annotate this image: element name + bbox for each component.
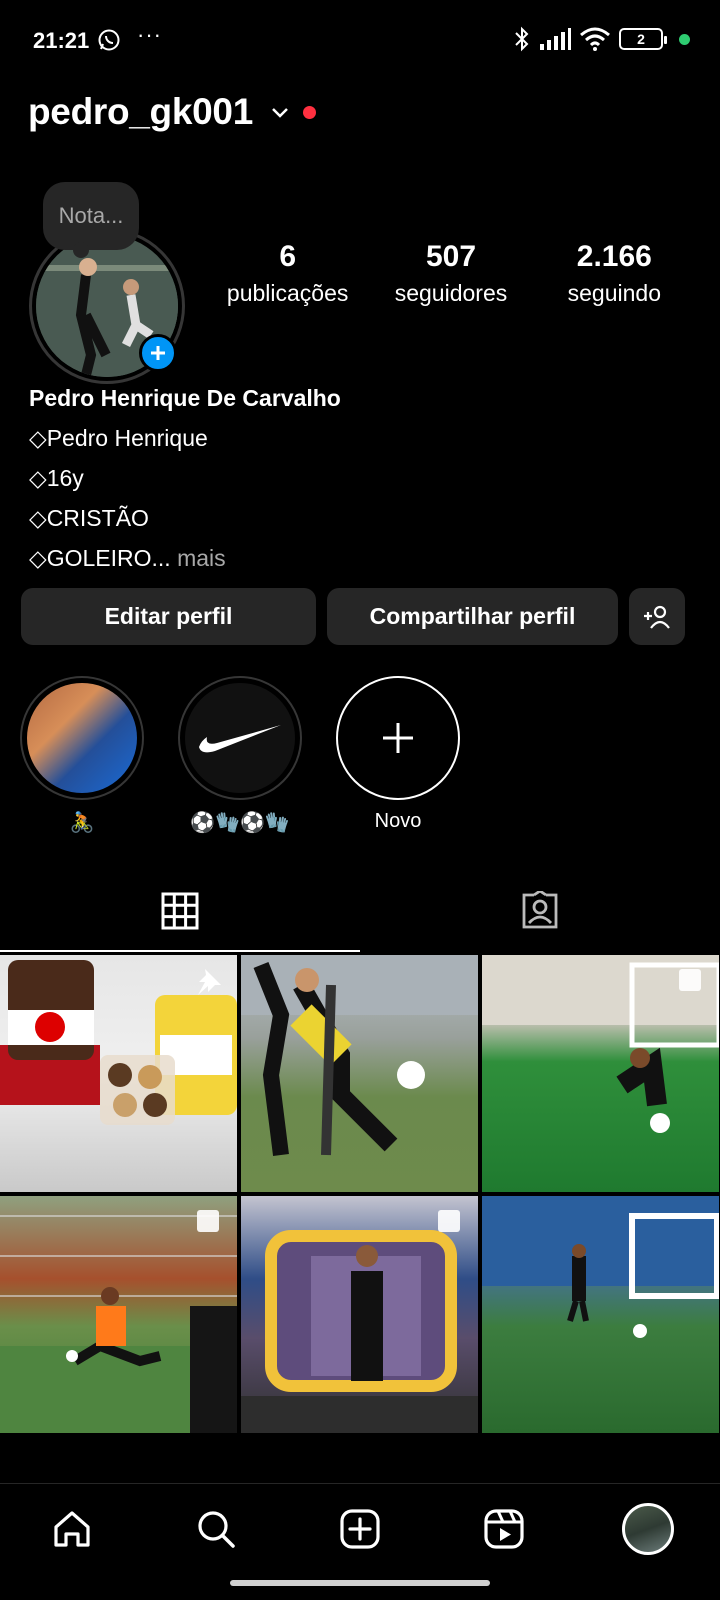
tab-tagged[interactable] <box>360 870 720 952</box>
profile-name: Pedro Henrique De Carvalho <box>29 385 341 411</box>
profile-tabs <box>0 870 720 952</box>
plus-icon <box>383 723 413 753</box>
whatsapp-icon <box>98 29 120 51</box>
note-text: Nota... <box>58 203 124 228</box>
status-icons: 2 <box>513 26 690 52</box>
battery-icon: 2 <box>619 28 667 50</box>
signal-icon <box>540 28 571 50</box>
highlight-label: 🚴 <box>69 812 95 834</box>
bluetooth-icon <box>515 26 529 52</box>
discover-people-button[interactable] <box>628 588 686 645</box>
profile-stats: 6 publicações 507 seguidores 2.166 segui… <box>206 240 696 307</box>
nav-create[interactable] <box>320 1489 400 1569</box>
post-thumbnail[interactable] <box>482 1196 719 1433</box>
post-thumbnail[interactable] <box>0 955 237 1192</box>
highlight-item[interactable]: 🚴 <box>20 676 144 836</box>
tab-grid[interactable] <box>0 870 360 952</box>
carousel-icon <box>438 1210 460 1232</box>
stat-label: seguidores <box>394 280 508 306</box>
nav-home[interactable] <box>32 1489 112 1569</box>
stat-value: 507 <box>425 240 477 273</box>
notification-dot <box>302 105 316 119</box>
note-bubble[interactable]: Nota... <box>43 182 139 258</box>
profile-bio: Pedro Henrique De Carvalho ◇Pedro Henriq… <box>29 378 341 578</box>
stat-label: publicações <box>226 280 349 306</box>
wifi-icon <box>580 27 610 51</box>
highlight-cover <box>185 683 295 793</box>
add-person-icon <box>643 605 670 629</box>
stat-followers[interactable]: 507 seguidores <box>371 240 531 307</box>
bottom-navigation <box>0 1483 720 1573</box>
post-thumbnail[interactable] <box>482 955 719 1192</box>
new-highlight[interactable]: Novo <box>336 676 460 836</box>
post-image <box>241 955 478 1156</box>
bio-line: ◇16y <box>29 465 84 491</box>
search-icon <box>198 1510 235 1548</box>
nav-profile[interactable] <box>608 1489 688 1569</box>
nike-swoosh-icon <box>199 725 281 753</box>
post-thumbnail[interactable] <box>0 1196 237 1433</box>
highlight-label: ⚽🧤⚽🧤 <box>190 812 290 834</box>
stat-value: 2.166 <box>576 240 652 273</box>
story-highlights: 🚴 ⚽🧤⚽🧤 Novo <box>20 676 460 836</box>
status-time: 21:21 <box>33 28 90 53</box>
profile-header[interactable]: pedro_gk001 <box>28 88 316 136</box>
reels-icon <box>484 1508 524 1549</box>
home-icon <box>54 1510 90 1547</box>
bio-line-last: ◇GOLEIRO... mais <box>29 538 341 578</box>
posts-grid <box>0 955 720 1433</box>
plus-icon <box>151 346 165 360</box>
status-more-dots: ··· <box>137 22 162 47</box>
add-story-button[interactable] <box>139 334 177 372</box>
bio-more-link[interactable]: mais <box>177 545 226 571</box>
bio-line: ◇GOLEIRO... <box>29 545 171 571</box>
carousel-icon <box>197 1210 219 1232</box>
stat-value: 6 <box>279 240 296 273</box>
new-highlight-circle[interactable] <box>336 676 460 800</box>
username[interactable]: pedro_gk001 <box>28 91 253 133</box>
stat-posts[interactable]: 6 publicações <box>208 240 368 307</box>
grid-icon <box>161 892 199 930</box>
chevron-down-icon[interactable] <box>269 101 291 123</box>
share-profile-button[interactable]: Compartilhar perfil <box>326 588 618 645</box>
highlight-label: Novo <box>374 810 422 832</box>
post-thumbnail[interactable] <box>241 955 478 1192</box>
bio-line: ◇CRISTÃO <box>29 505 149 531</box>
tagged-icon <box>522 891 558 929</box>
highlight-cover <box>27 683 137 793</box>
post-image <box>482 1196 719 1338</box>
pin-icon <box>198 969 221 995</box>
stat-label: seguindo <box>567 280 661 306</box>
profile-avatar-icon <box>622 1502 674 1555</box>
highlight-item[interactable]: ⚽🧤⚽🧤 <box>178 676 302 836</box>
bio-line: ◇Pedro Henrique <box>29 425 208 451</box>
home-indicator[interactable] <box>230 1580 490 1586</box>
status-bar: 21:21 ··· 2 <box>0 0 720 80</box>
nav-reels[interactable] <box>464 1489 544 1569</box>
edit-profile-button[interactable]: Editar perfil <box>21 588 316 645</box>
post-thumbnail[interactable] <box>241 1196 478 1433</box>
privacy-indicator-dot <box>679 33 690 45</box>
profile-actions: Editar perfil Compartilhar perfil <box>21 588 686 645</box>
battery-level: 2 <box>637 31 645 47</box>
create-post-icon <box>340 1508 380 1549</box>
highlight-ring <box>20 676 144 800</box>
highlight-ring <box>178 676 302 800</box>
carousel-icon <box>679 969 701 991</box>
nav-search[interactable] <box>176 1489 256 1569</box>
stat-following[interactable]: 2.166 seguindo <box>534 240 694 307</box>
